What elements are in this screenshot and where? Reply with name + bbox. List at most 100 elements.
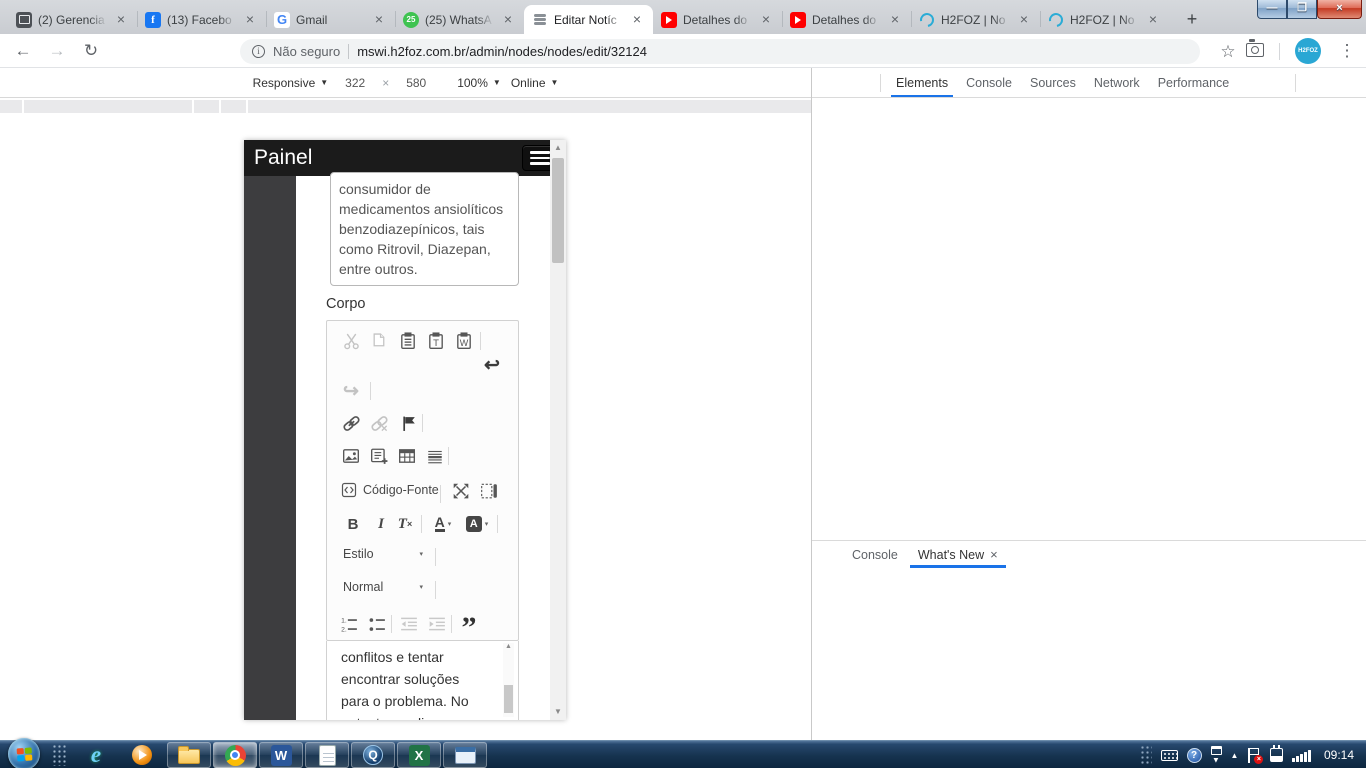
network-signal-icon[interactable] (1292, 749, 1311, 762)
close-icon[interactable]: × (113, 12, 129, 28)
indent-icon[interactable] (425, 612, 449, 636)
new-tab-button[interactable]: + (1180, 8, 1204, 32)
outdent-icon[interactable] (397, 612, 421, 636)
maximize-icon[interactable] (449, 479, 473, 503)
address-bar[interactable]: i Não seguro mswi.h2foz.com.br/admin/nod… (240, 39, 1200, 64)
tab-youtube-2[interactable]: Detalhes do × (782, 5, 911, 34)
taskbar-chrome[interactable] (213, 742, 257, 768)
url-text[interactable]: mswi.h2foz.com.br/admin/nodes/nodes/edit… (357, 44, 647, 59)
bg-color-button[interactable]: A ▾ (461, 512, 493, 536)
scrollbar-thumb[interactable] (504, 685, 513, 713)
taskbar-media-app[interactable]: Q (351, 742, 395, 768)
help-icon[interactable]: ? (1187, 748, 1202, 763)
scrollbar-thumb[interactable] (552, 158, 564, 263)
tab-gmail[interactable]: Gmail × (266, 5, 395, 34)
clock[interactable]: 09:14 (1324, 748, 1354, 762)
restore-button[interactable]: ❐ (1287, 0, 1317, 19)
scroll-up-icon[interactable]: ▲ (503, 643, 514, 650)
power-plug-icon[interactable] (1270, 748, 1283, 762)
tab-h2foz-1[interactable]: H2FOZ | No × (911, 5, 1040, 34)
taskbar-window-app[interactable] (443, 742, 487, 768)
link-icon[interactable] (339, 411, 363, 435)
tab-console[interactable]: Console (957, 68, 1021, 97)
tab-h2foz-2[interactable]: H2FOZ | No × (1040, 5, 1169, 34)
redo-icon[interactable]: ↪ (339, 379, 363, 403)
style-combo[interactable]: Estilo ▾ (343, 547, 423, 561)
bold-button[interactable]: B (341, 512, 365, 536)
info-icon[interactable]: i (252, 45, 265, 58)
minimize-button[interactable]: — (1257, 0, 1287, 19)
anchor-flag-icon[interactable] (397, 411, 421, 435)
back-button[interactable]: ← (10, 38, 36, 64)
start-button[interactable] (8, 738, 40, 768)
close-icon[interactable]: × (887, 12, 903, 28)
paste-icon[interactable] (396, 329, 420, 353)
taskbar-explorer[interactable] (167, 742, 211, 768)
remove-format-button[interactable]: T× (393, 512, 417, 536)
close-icon[interactable]: × (371, 12, 387, 28)
media-query-bar[interactable] (0, 100, 811, 113)
resumo-textarea[interactable]: consumidor de medicamentos ansiolíticos … (330, 172, 519, 286)
reload-button[interactable]: ↻ (78, 38, 104, 64)
device-height-input[interactable]: 580 (399, 76, 433, 90)
template-icon[interactable] (367, 444, 391, 468)
bookmark-star-icon[interactable]: ☆ (1215, 39, 1241, 65)
close-icon[interactable]: × (500, 12, 516, 28)
action-center-flag-icon[interactable]: × (1247, 748, 1261, 763)
italic-button[interactable]: I (369, 512, 393, 536)
tab-whatsapp[interactable]: 25 (25) WhatsA × (395, 5, 524, 34)
language-bar-icon[interactable]: ▲ (1211, 746, 1222, 765)
close-icon[interactable]: × (242, 12, 258, 28)
close-icon[interactable]: × (758, 12, 774, 28)
device-type-select[interactable]: Responsive ▼ (253, 76, 329, 90)
taskbar-word[interactable]: W (259, 742, 303, 768)
tab-performance[interactable]: Performance (1149, 68, 1239, 97)
tab-elements[interactable]: Elements (887, 68, 957, 97)
close-icon[interactable]: × (1016, 12, 1032, 28)
profile-avatar[interactable]: H2FOZ (1295, 38, 1321, 64)
taskbar-media-player[interactable] (122, 742, 162, 768)
tab-youtube-1[interactable]: Detalhes do × (653, 5, 782, 34)
drawer-tab-whats-new[interactable]: What's New × (908, 542, 1008, 568)
table-icon[interactable] (395, 444, 419, 468)
format-combo[interactable]: Normal ▾ (343, 580, 423, 594)
drawer-tab-console[interactable]: Console (842, 542, 908, 568)
scroll-up-icon[interactable]: ▲ (550, 140, 566, 156)
show-hidden-icons-button[interactable]: ▲ (1231, 751, 1239, 760)
blockquote-icon[interactable]: ” (457, 610, 481, 634)
text-color-button[interactable]: A ▾ (427, 512, 459, 536)
close-icon[interactable]: × (1145, 12, 1161, 28)
close-icon[interactable]: × (990, 547, 998, 562)
network-throttle-select[interactable]: Online ▼ (511, 76, 559, 90)
taskbar-excel[interactable]: X (397, 742, 441, 768)
menu-more-icon[interactable]: ⋮ (1334, 38, 1360, 64)
tab-editar-noticia[interactable]: Editar Notíc × (524, 5, 653, 34)
tab-network[interactable]: Network (1085, 68, 1149, 97)
copy-icon[interactable] (367, 329, 391, 353)
scroll-down-icon[interactable]: ▼ (550, 704, 566, 720)
page-scrollbar[interactable]: ▲ ▼ (550, 140, 566, 720)
ckeditor-content[interactable]: conflitos e tentar encontrar soluções pa… (326, 641, 519, 720)
close-window-button[interactable]: × (1317, 0, 1362, 19)
paste-text-icon[interactable]: T (424, 329, 448, 353)
forward-button[interactable]: → (44, 38, 70, 64)
tab-facebook[interactable]: (13) Facebo × (137, 5, 266, 34)
tab-gerencia[interactable]: (2) Gerencia × (8, 5, 137, 34)
horizontal-rule-icon[interactable] (423, 444, 447, 468)
bullet-list-icon[interactable] (365, 612, 389, 636)
unlink-icon[interactable] (367, 411, 391, 435)
taskbar-internet-explorer[interactable]: e (76, 742, 116, 768)
tab-sources[interactable]: Sources (1021, 68, 1085, 97)
close-icon[interactable]: × (629, 12, 645, 28)
undo-icon[interactable]: ↩ (480, 353, 504, 377)
numbered-list-icon[interactable]: 1.2. (337, 612, 361, 636)
image-icon[interactable] (339, 444, 363, 468)
taskbar-notepad[interactable] (305, 742, 349, 768)
device-width-input[interactable]: 322 (338, 76, 372, 90)
show-blocks-icon[interactable] (477, 479, 501, 503)
keyboard-icon[interactable] (1161, 750, 1178, 761)
camera-icon[interactable] (1246, 43, 1264, 57)
zoom-select[interactable]: 100% ▼ (457, 76, 501, 90)
paste-word-icon[interactable]: W (452, 329, 476, 353)
source-button[interactable]: Código-Fonte (341, 482, 439, 498)
